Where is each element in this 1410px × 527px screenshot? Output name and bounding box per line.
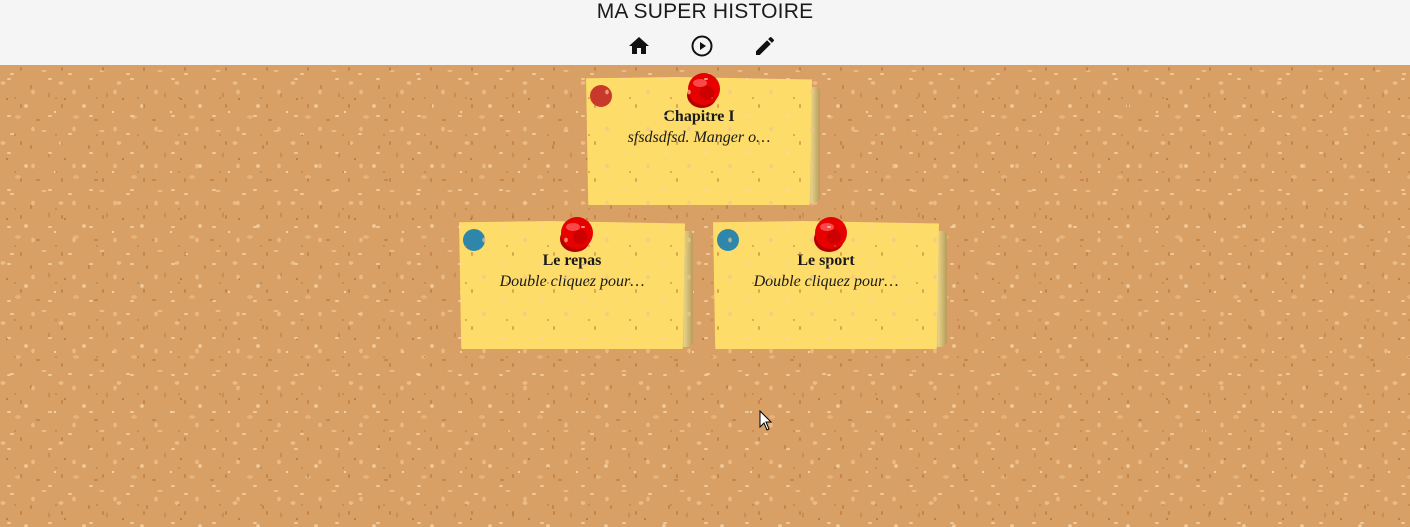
toolbar [0,32,1410,60]
pushpin-icon [809,213,853,257]
cork-board: Chapitre I sfsdsdfsd. Manger o… Le repas… [0,65,1410,527]
play-circle-icon [691,35,713,57]
note-card[interactable]: Chapitre I sfsdsdfsd. Manger o… [586,73,820,205]
home-icon [629,37,649,54]
pushpin-icon [555,213,599,257]
play-button[interactable] [688,32,716,60]
note-card[interactable]: Le repas Double cliquez pour… [459,217,693,349]
note-description: Double cliquez pour… [753,273,899,290]
header-bar: MA SUPER HISTOIRE [0,0,1410,65]
page-title: MA SUPER HISTOIRE [596,0,814,23]
note-description: sfsdsdfsd. Manger o… [627,129,771,146]
pencil-icon [756,36,775,55]
note-color-dot [590,85,612,107]
pushpin-icon [682,69,726,113]
note-color-dot [463,229,485,251]
edit-button[interactable] [751,32,779,60]
mouse-cursor-icon [759,410,773,431]
note-color-dot [717,229,739,251]
note-card[interactable]: Le sport Double cliquez pour… [713,217,947,349]
story-board-app: MA SUPER HISTOIRE Chapitre I sfsdsdfsd. … [0,0,1410,527]
note-description: Double cliquez pour… [499,273,645,290]
home-button[interactable] [625,32,653,60]
